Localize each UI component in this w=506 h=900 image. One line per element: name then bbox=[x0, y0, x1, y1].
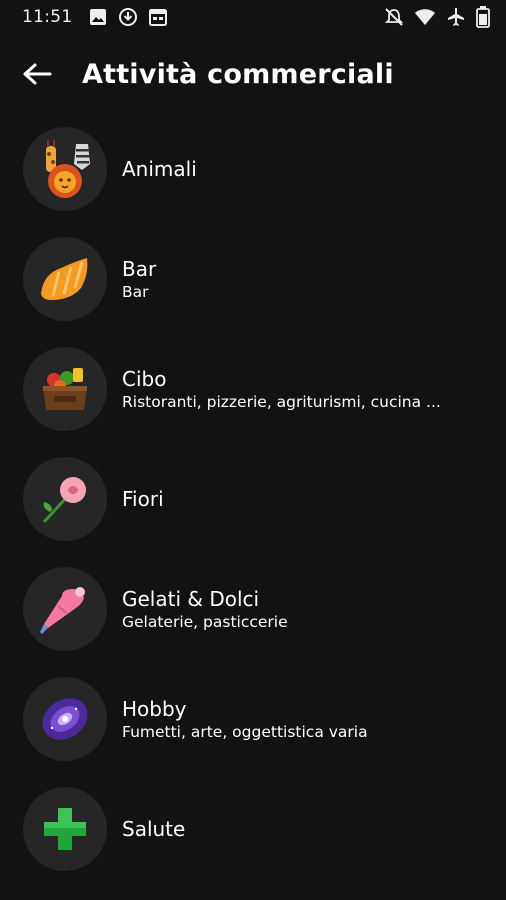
status-time: 11:51 bbox=[22, 7, 73, 27]
category-item-salute[interactable]: Salute bbox=[0, 774, 506, 884]
category-avatar bbox=[23, 457, 107, 541]
category-title: Hobby bbox=[122, 696, 187, 721]
rose-icon bbox=[42, 477, 86, 524]
category-avatar bbox=[23, 237, 107, 321]
food-basket-icon bbox=[43, 368, 87, 410]
notifications-off-icon bbox=[384, 7, 404, 32]
croissant-icon bbox=[41, 258, 88, 300]
status-bar: 11:51 bbox=[0, 0, 506, 34]
category-title: Salute bbox=[122, 817, 186, 841]
app-bar: Attività commerciali bbox=[0, 34, 506, 114]
download-icon bbox=[117, 6, 139, 28]
animals-icon bbox=[46, 140, 90, 198]
airplane-icon bbox=[446, 7, 466, 32]
category-title: Gelati & Dolci bbox=[122, 586, 260, 611]
category-subtitle: Fumetti, arte, oggettistica varia bbox=[122, 722, 368, 741]
category-item-hobby[interactable]: Hobby Fumetti, arte, oggettistica varia bbox=[0, 664, 506, 774]
category-subtitle: Ristoranti, pizzerie, agriturismi, cucin… bbox=[122, 392, 441, 411]
category-avatar bbox=[23, 787, 107, 871]
category-avatar bbox=[23, 347, 107, 431]
category-title: Animali bbox=[122, 157, 197, 181]
arrow-left-icon bbox=[23, 63, 52, 85]
galaxy-icon bbox=[42, 698, 88, 740]
category-item-cibo[interactable]: Cibo Ristoranti, pizzerie, agriturismi, … bbox=[0, 334, 506, 444]
category-item-fiori[interactable]: Fiori bbox=[0, 444, 506, 554]
calendar-icon bbox=[147, 6, 169, 28]
category-list: Animali Bar Bar Cibo Ristoranti, pizzeri… bbox=[0, 114, 506, 884]
green-cross-icon bbox=[44, 808, 86, 850]
image-icon bbox=[87, 6, 109, 28]
piping-bag-icon bbox=[40, 587, 85, 634]
back-button[interactable] bbox=[18, 55, 56, 93]
category-avatar bbox=[23, 567, 107, 651]
page-title: Attività commerciali bbox=[82, 58, 394, 90]
category-avatar bbox=[23, 127, 107, 211]
category-item-bar[interactable]: Bar Bar bbox=[0, 224, 506, 334]
category-title: Fiori bbox=[122, 487, 164, 511]
wifi-icon bbox=[414, 7, 436, 32]
category-item-animali[interactable]: Animali bbox=[0, 114, 506, 224]
category-avatar bbox=[23, 677, 107, 761]
category-item-gelati-dolci[interactable]: Gelati & Dolci Gelaterie, pasticcerie bbox=[0, 554, 506, 664]
category-subtitle: Gelaterie, pasticcerie bbox=[122, 612, 288, 631]
category-title: Cibo bbox=[122, 366, 167, 391]
category-subtitle: Bar bbox=[122, 282, 149, 301]
battery-icon bbox=[476, 6, 490, 33]
category-title: Bar bbox=[122, 256, 157, 281]
